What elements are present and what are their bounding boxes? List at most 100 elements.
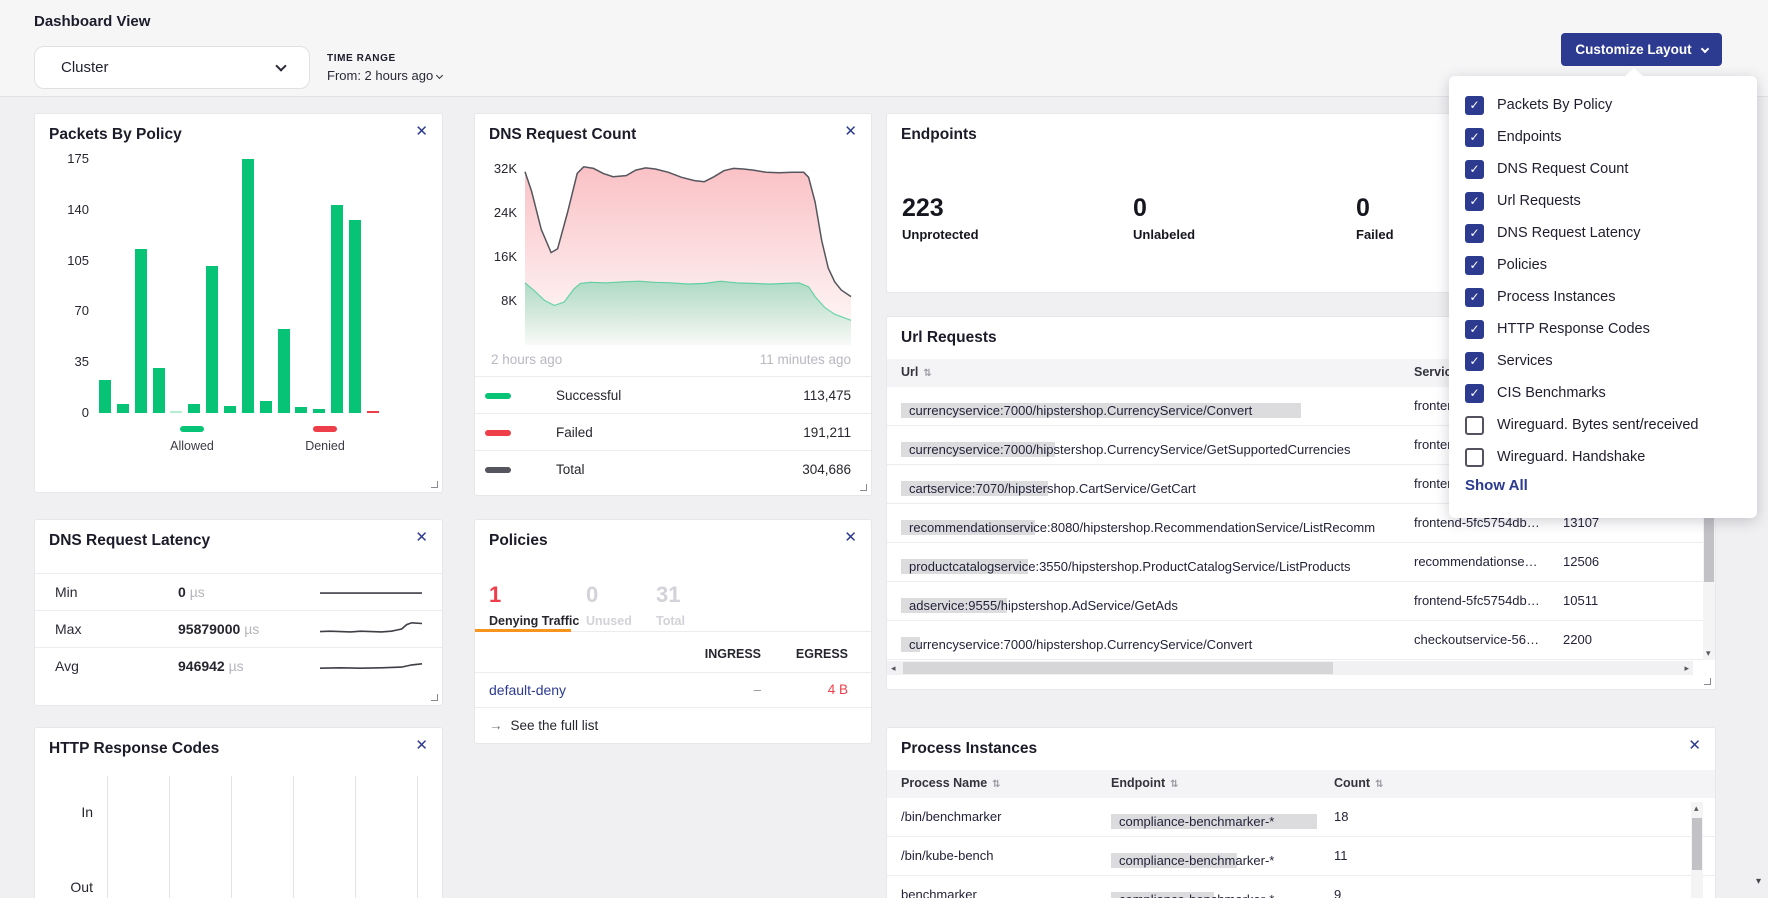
scrollbar-thumb[interactable] — [903, 662, 1333, 674]
time-range-label: TIME RANGE — [327, 53, 442, 64]
tab-total[interactable]: 31 Total — [656, 582, 685, 628]
grid-line — [169, 776, 170, 898]
url-text: currencyservice:7000/hipstershop.Currenc… — [901, 637, 1252, 652]
card-title: DNS Request Latency — [49, 532, 210, 550]
menu-item-wireguard-bytes-sent-received[interactable]: Wireguard. Bytes sent/received — [1465, 409, 1698, 441]
policy-name-link[interactable]: default-deny — [489, 682, 566, 698]
checkbox-unchecked-icon[interactable] — [1465, 448, 1484, 467]
horizontal-scrollbar[interactable]: ◂ ▸ — [887, 661, 1693, 675]
menu-item-wireguard-handshake[interactable]: Wireguard. Handshake — [1465, 441, 1698, 473]
customize-layout-menu: ✓Packets By Policy✓Endpoints✓DNS Request… — [1449, 76, 1757, 518]
menu-item-dns-request-count[interactable]: ✓DNS Request Count — [1465, 153, 1698, 185]
checkbox-checked-icon[interactable]: ✓ — [1465, 96, 1484, 115]
menu-item-endpoints[interactable]: ✓Endpoints — [1465, 121, 1698, 153]
close-icon[interactable]: ✕ — [415, 530, 428, 545]
customize-layout-button[interactable]: Customize Layout — [1561, 33, 1722, 66]
service-cell: frontend-5fc5754db… — [1414, 593, 1554, 608]
menu-item-label: DNS Request Latency — [1497, 225, 1640, 241]
resize-handle-icon[interactable] — [431, 481, 438, 488]
latency-label: Max — [55, 621, 81, 637]
count-cell: 9 — [1334, 887, 1341, 898]
packets-by-policy-card: Packets By Policy ✕ 03570105140175Allowe… — [34, 113, 443, 493]
column-header-endpoint[interactable]: Endpoint⇅ — [1111, 776, 1179, 790]
checkbox-checked-icon[interactable]: ✓ — [1465, 288, 1484, 307]
bar — [153, 368, 165, 413]
scroll-right-icon[interactable]: ▸ — [1684, 664, 1689, 673]
checkbox-checked-icon[interactable]: ✓ — [1465, 320, 1484, 339]
scroll-up-icon[interactable]: ▴ — [1694, 804, 1699, 813]
checkbox-checked-icon[interactable]: ✓ — [1465, 192, 1484, 211]
sort-icon: ⇅ — [1170, 779, 1178, 790]
stat-label: Unprotected — [902, 227, 979, 242]
checkbox-checked-icon[interactable]: ✓ — [1465, 160, 1484, 179]
endpoint-cell: compliance-benchmarker-* — [1111, 853, 1326, 868]
menu-item-url-requests[interactable]: ✓Url Requests — [1465, 185, 1698, 217]
view-select[interactable]: Cluster — [34, 46, 310, 89]
checkbox-checked-icon[interactable]: ✓ — [1465, 224, 1484, 243]
active-tab-indicator — [475, 629, 571, 632]
close-icon[interactable]: ✕ — [415, 124, 428, 139]
endpoint-stat-unprotected: 223Unprotected — [902, 194, 979, 242]
scroll-left-icon[interactable]: ◂ — [891, 664, 896, 673]
column-header-count[interactable]: Count⇅ — [1334, 776, 1384, 790]
menu-item-packets-by-policy[interactable]: ✓ Packets By Policy — [1465, 89, 1698, 121]
menu-item-dns-request-latency[interactable]: ✓ DNS Request Latency — [1465, 217, 1698, 249]
resize-handle-icon[interactable] — [860, 484, 867, 491]
legend-item-denied: Denied — [293, 426, 357, 453]
endpoint-text: compliance-benchmarker-* — [1111, 892, 1274, 898]
latency-value: 946942 µs — [178, 658, 244, 674]
close-icon[interactable]: ✕ — [415, 738, 428, 753]
tab-denying-traffic[interactable]: 1 Denying Traffic — [489, 582, 579, 628]
url-cell: cartservice:7070/hipstershop.CartService… — [901, 481, 1406, 496]
y-axis-tick: 70 — [53, 303, 89, 318]
menu-item-policies[interactable]: ✓Policies — [1465, 249, 1698, 281]
bar — [295, 407, 307, 413]
y-axis-tick: 35 — [53, 354, 89, 369]
show-all-link[interactable]: Show All — [1465, 477, 1528, 494]
page-scroll-down-icon[interactable]: ▾ — [1756, 876, 1761, 887]
checkbox-unchecked-icon[interactable] — [1465, 416, 1484, 435]
column-header-url[interactable]: Url⇅ — [901, 365, 932, 379]
bar — [313, 409, 325, 413]
checkbox-checked-icon[interactable]: ✓ — [1465, 128, 1484, 147]
bar — [117, 404, 129, 413]
http-response-codes-card: HTTP Response Codes ✕ In Out — [34, 727, 443, 898]
endpoint-cell: compliance-benchmarker-* — [1111, 892, 1326, 898]
legend-value: 304,686 — [802, 462, 851, 477]
time-range: TIME RANGE From: 2 hours ago — [327, 53, 442, 83]
url-text: cartservice:7070/hipstershop.CartService… — [901, 481, 1196, 496]
menu-item-http-response-codes[interactable]: ✓HTTP Response Codes — [1465, 313, 1698, 345]
close-icon[interactable]: ✕ — [1688, 738, 1701, 753]
row-label-out: Out — [55, 879, 93, 895]
menu-item-process-instances[interactable]: ✓Process Instances — [1465, 281, 1698, 313]
card-title: Url Requests — [901, 329, 997, 347]
menu-item-label: Packets By Policy — [1497, 97, 1612, 113]
endpoint-stat-unlabeled: 0Unlabeled — [1133, 194, 1195, 242]
legend-swatch — [485, 467, 511, 473]
scroll-down-icon[interactable]: ▾ — [1706, 649, 1711, 658]
tab-unused[interactable]: 0 Unused — [586, 582, 632, 628]
checkbox-checked-icon[interactable]: ✓ — [1465, 384, 1484, 403]
menu-item-cis-benchmarks[interactable]: ✓ CIS Benchmarks — [1465, 377, 1698, 409]
bar — [331, 205, 343, 413]
customize-layout-menu-items: ✓Packets By Policy✓Endpoints✓DNS Request… — [1465, 89, 1698, 473]
checkbox-checked-icon[interactable]: ✓ — [1465, 352, 1484, 371]
vertical-scrollbar[interactable]: ▴ — [1691, 802, 1703, 898]
service-cell: recommendationse… — [1414, 554, 1554, 569]
count-cell: 10511 — [1563, 593, 1598, 608]
column-header-process-name[interactable]: Process Name⇅ — [901, 776, 1001, 790]
checkbox-checked-icon[interactable]: ✓ — [1465, 256, 1484, 275]
time-range-value[interactable]: From: 2 hours ago — [327, 68, 442, 83]
scrollbar-thumb[interactable] — [1692, 818, 1702, 870]
menu-item-label: CIS Benchmarks — [1497, 385, 1606, 401]
grid-line — [107, 776, 108, 898]
latency-row-min: Min0 µs — [35, 573, 442, 610]
menu-item-services[interactable]: ✓Services — [1465, 345, 1698, 377]
resize-handle-icon[interactable] — [1704, 678, 1711, 685]
close-icon[interactable]: ✕ — [844, 124, 857, 139]
see-full-list-link[interactable]: →See the full list — [489, 718, 598, 733]
close-icon[interactable]: ✕ — [844, 530, 857, 545]
endpoint-text: compliance-benchmarker-* — [1111, 853, 1274, 868]
x-axis-label-end: 11 minutes ago — [760, 352, 851, 367]
resize-handle-icon[interactable] — [431, 694, 438, 701]
